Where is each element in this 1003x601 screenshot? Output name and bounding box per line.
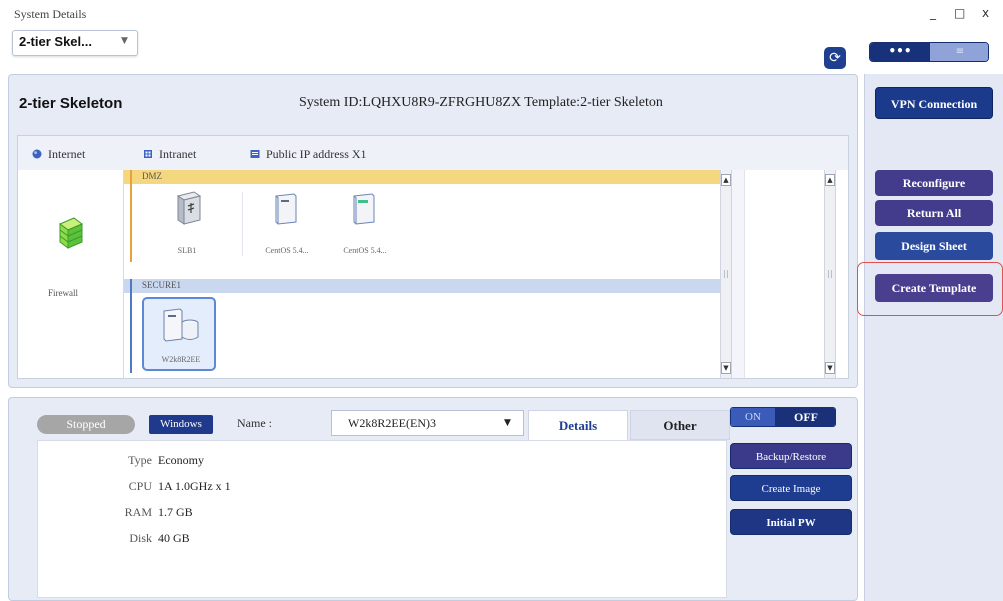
- node-label: SLB1: [177, 246, 197, 255]
- scroll-grip[interactable]: [724, 270, 728, 278]
- node-label: CentOS 5.4...: [265, 246, 309, 255]
- view-toggle[interactable]: ••• ≡: [869, 42, 989, 62]
- spec-row: Type Economy: [38, 447, 726, 473]
- secure-label: SECURE1: [142, 280, 182, 290]
- initial-pw-button[interactable]: Initial PW: [730, 509, 852, 535]
- create-image-button[interactable]: Create Image: [730, 475, 852, 501]
- server-icon: [275, 193, 297, 225]
- server-name-select[interactable]: W2k8R2EE(EN)3 ▼: [331, 410, 524, 436]
- scrollbar[interactable]: ▲ ▼: [720, 170, 732, 378]
- secure-segment: SECURE1 W2k8R2EE: [124, 274, 720, 378]
- scroll-up-icon[interactable]: ▲: [825, 174, 835, 186]
- tab-details[interactable]: Details: [528, 410, 628, 440]
- system-select[interactable]: 2-tier Skel... ▼: [12, 30, 138, 56]
- minimize-button[interactable]: _: [930, 6, 936, 20]
- firewall-column: Firewall: [18, 170, 124, 378]
- chevron-down-icon: ▼: [121, 36, 128, 46]
- node-slb1[interactable]: SLB1: [152, 188, 222, 272]
- ip-icon: [250, 150, 260, 158]
- spec-key: Type: [128, 453, 152, 467]
- divider: [242, 192, 243, 256]
- system-select-value: 2-tier Skel...: [19, 34, 92, 49]
- dmz-segment: DMZ SLB1 CentOS 5.4... CentOS 5.4...: [124, 170, 720, 274]
- spec-key: CPU: [128, 479, 152, 493]
- spec-row: CPU 1A 1.0GHz x 1: [38, 473, 726, 499]
- name-label: Name :: [237, 416, 272, 430]
- network-tabs: Internet Intranet Public IP address X1: [18, 136, 848, 170]
- globe-icon: [32, 149, 42, 159]
- status-badge: Stopped: [37, 415, 135, 434]
- spec-table: Type Economy CPU 1A 1.0GHz x 1 RAM 1.7 G…: [37, 440, 727, 598]
- secure-line: [130, 279, 132, 373]
- close-button[interactable]: x: [982, 6, 989, 20]
- node-label: W2k8R2EE: [161, 355, 201, 364]
- secure-header: [124, 279, 720, 293]
- spec-value: 40 GB: [158, 531, 190, 545]
- spec-value: Economy: [158, 453, 204, 467]
- network-diagram: Internet Intranet Public IP address X1 F…: [17, 135, 849, 379]
- firewall-icon[interactable]: [56, 216, 84, 250]
- tab-public-ip[interactable]: Public IP address X1: [250, 147, 367, 162]
- view-toggle-map[interactable]: •••: [870, 43, 930, 61]
- dmz-line: [130, 170, 132, 262]
- node-centos-1[interactable]: CentOS 5.4...: [252, 188, 322, 272]
- spec-key: Disk: [129, 531, 152, 545]
- tab-intranet[interactable]: Intranet: [143, 147, 196, 162]
- windows-server-icon: [163, 308, 199, 342]
- system-panel: 2-tier Skeleton System ID:LQHXU8R9-ZFRGH…: [8, 74, 858, 388]
- firewall-label: Firewall: [48, 288, 78, 298]
- server-name-value: W2k8R2EE(EN)3: [348, 416, 436, 430]
- server-detail-panel: Stopped Windows Name : W2k8R2EE(EN)3 ▼ D…: [8, 397, 858, 601]
- building-icon: [144, 150, 152, 158]
- dmz-label: DMZ: [142, 171, 162, 181]
- system-info: System ID:LQHXU8R9-ZFRGHU8ZX Template:2-…: [299, 95, 663, 110]
- node-label: CentOS 5.4...: [343, 246, 387, 255]
- design-sheet-button[interactable]: Design Sheet: [875, 232, 993, 260]
- spec-row: RAM 1.7 GB: [38, 499, 726, 525]
- tab-intranet-label: Intranet: [159, 147, 197, 161]
- power-off-option[interactable]: OFF: [775, 408, 835, 426]
- server-icon: [353, 193, 375, 225]
- scroll-down-icon[interactable]: ▼: [721, 362, 731, 374]
- tab-internet[interactable]: Internet: [32, 147, 85, 162]
- tab-public-ip-label: Public IP address X1: [266, 147, 367, 161]
- tab-internet-label: Internet: [48, 147, 86, 161]
- power-on-option[interactable]: ON: [731, 408, 775, 426]
- spec-value: 1.7 GB: [158, 505, 193, 519]
- scroll-up-icon[interactable]: ▲: [721, 174, 731, 186]
- backup-restore-button[interactable]: Backup/Restore: [730, 443, 852, 469]
- reconfigure-button[interactable]: Reconfigure: [875, 170, 993, 196]
- scroll-grip[interactable]: [828, 270, 832, 278]
- load-balancer-icon: [176, 191, 202, 225]
- spec-row: Disk 40 GB: [38, 525, 726, 551]
- column-spacer: [732, 170, 744, 378]
- page-title: 2-tier Skeleton: [19, 95, 123, 112]
- vpn-connection-button[interactable]: VPN Connection: [875, 87, 993, 119]
- highlight-outline: [857, 262, 1003, 316]
- os-badge: Windows: [149, 415, 213, 434]
- scrollbar[interactable]: ▲ ▼: [824, 170, 836, 378]
- action-sidebar: VPN Connection Reconfigure Return All De…: [864, 74, 1003, 601]
- power-toggle[interactable]: ON OFF: [730, 407, 836, 427]
- return-all-button[interactable]: Return All: [875, 200, 993, 226]
- scroll-down-icon[interactable]: ▼: [825, 362, 835, 374]
- spec-value: 1A 1.0GHz x 1: [158, 479, 231, 493]
- view-toggle-list[interactable]: ≡: [930, 43, 988, 61]
- spec-key: RAM: [124, 505, 152, 519]
- node-w2k8r2ee[interactable]: W2k8R2EE: [142, 297, 216, 371]
- window-title: System Details: [14, 7, 87, 21]
- refresh-icon[interactable]: ⟳: [824, 47, 846, 69]
- maximize-button[interactable]: □: [954, 6, 965, 20]
- dmz-header: [124, 170, 720, 184]
- outside-lane: [744, 170, 824, 378]
- title-bar: System Details _ □ x: [0, 0, 1003, 26]
- chevron-down-icon: ▼: [504, 418, 511, 428]
- node-centos-2[interactable]: CentOS 5.4...: [330, 188, 400, 272]
- tab-other[interactable]: Other: [630, 410, 730, 440]
